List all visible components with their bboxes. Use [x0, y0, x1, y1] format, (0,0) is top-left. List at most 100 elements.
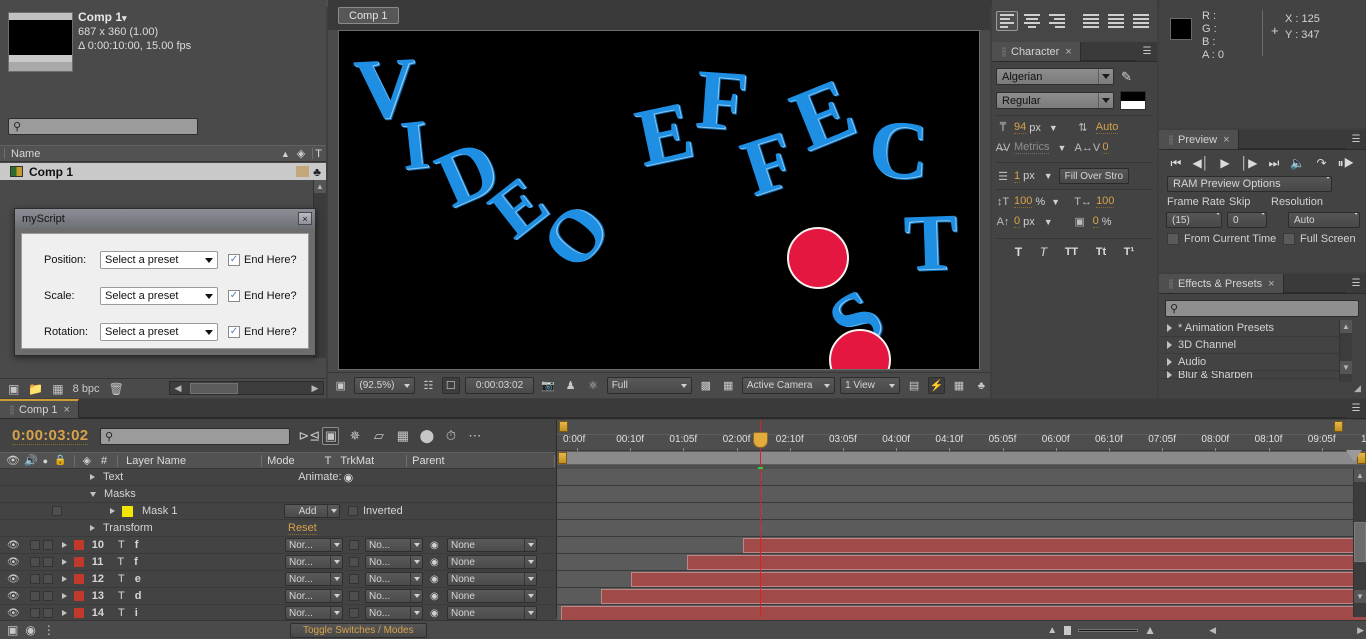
sort-ascending-icon[interactable]: ▲ [281, 149, 290, 159]
font-size-value[interactable]: 94 [1014, 121, 1026, 134]
layer-color-swatch[interactable] [74, 608, 84, 618]
effects-search-box[interactable]: ⚲ [1165, 300, 1359, 317]
tracking-value[interactable]: 0 [1102, 141, 1108, 154]
eye-icon[interactable]: 👁 [7, 608, 20, 619]
parent-pickwhip-icon[interactable]: ◉ [430, 540, 439, 551]
scroll-left-arrow[interactable]: ◀ [170, 383, 186, 394]
scroll-down-arrow[interactable]: ▼ [1340, 361, 1352, 374]
trkmat-dropdown[interactable]: No... [365, 606, 423, 620]
project-item-row[interactable]: Comp 1 ♣ [0, 163, 326, 180]
project-search-input[interactable] [21, 121, 197, 133]
scroll-right-arrow[interactable]: ▶ [307, 383, 323, 394]
eye-icon[interactable]: 👁 [7, 540, 20, 551]
hide-shy-layers-icon[interactable]: ✵ [346, 428, 363, 444]
layer-duration-bar[interactable] [561, 606, 1366, 621]
layer-mode-dropdown[interactable]: Nor... [285, 538, 343, 552]
close-icon[interactable]: × [64, 404, 70, 416]
live-update-icon[interactable]: ⊳⊴ [298, 428, 315, 444]
fast-previews-icon[interactable]: ⚡ [928, 377, 945, 394]
scroll-up-arrow[interactable]: ▲ [1340, 320, 1352, 333]
project-horizontal-scrollbar[interactable]: ◀ ▶ [169, 381, 324, 395]
effects-category-row[interactable]: * Animation Presets [1159, 320, 1352, 337]
solo-toggle[interactable] [43, 608, 53, 618]
pixel-aspect-correction-icon[interactable]: ▤ [905, 377, 922, 394]
align-left-icon[interactable] [996, 11, 1018, 31]
bit-depth-label[interactable]: 8 bpc [73, 383, 100, 395]
parent-dropdown[interactable]: None [447, 606, 537, 620]
resolution-dropdown[interactable]: Auto [1288, 212, 1360, 228]
align-center-icon[interactable] [1021, 11, 1043, 31]
mask-color-swatch[interactable] [122, 506, 133, 517]
layer-name[interactable]: e [135, 573, 141, 585]
trkmat-dropdown[interactable]: No... [365, 589, 423, 603]
kerning-caret-icon[interactable]: ▼ [1057, 143, 1066, 153]
layer-name[interactable]: f [135, 539, 139, 551]
layer-name[interactable]: f [134, 556, 138, 568]
timeline-property-row-masks[interactable]: Masks [0, 486, 555, 503]
scroll-right-arrow[interactable]: ▶ [1357, 625, 1364, 636]
rotation-preset-select[interactable]: Select a preset [100, 323, 218, 341]
trkmat-dropdown[interactable]: No... [365, 555, 423, 569]
composition-canvas[interactable]: VIDEOEFFECTS [338, 30, 980, 370]
effects-category-row[interactable]: Blur & Sharpen [1159, 371, 1352, 379]
position-end-here-checkbox[interactable]: ✓ End Here? [228, 254, 297, 266]
justify-last-center-icon[interactable] [1105, 11, 1127, 31]
panel-menu-icon[interactable]: ☰ [1346, 130, 1366, 149]
layer-color-swatch[interactable] [74, 557, 84, 567]
eye-icon[interactable]: 👁 [7, 591, 20, 602]
baseline-caret-icon[interactable]: ▼ [1044, 217, 1053, 227]
drag-grip-icon[interactable] [1169, 135, 1173, 145]
twirl-icon[interactable] [110, 508, 115, 514]
col-mode[interactable]: Mode [267, 455, 295, 467]
faux-italic-icon[interactable]: T [1040, 245, 1047, 259]
scrollbar-thumb[interactable] [1354, 522, 1366, 562]
tab-timeline-comp[interactable]: Comp 1 × [0, 399, 79, 418]
timeline-property-row-text[interactable]: TextAnimate:◉ [0, 469, 555, 486]
twirl-icon[interactable] [62, 576, 67, 582]
full-screen-checkbox[interactable]: Full Screen [1283, 233, 1356, 245]
comp-viewer-tab[interactable]: Comp 1 [338, 7, 399, 24]
timeline-layer-row[interactable]: 👁11TfNor...No...◉None [0, 554, 555, 571]
effects-search-input[interactable] [1178, 303, 1358, 315]
last-frame-icon[interactable]: ⏭ [1269, 156, 1280, 171]
audio-toggle[interactable] [30, 540, 40, 550]
zoom-slider-knob[interactable] [1063, 625, 1072, 636]
font-style-dropdown[interactable]: Regular [996, 92, 1114, 109]
layer-mode-dropdown[interactable]: Nor... [285, 572, 343, 586]
audio-toggle[interactable] [30, 591, 40, 601]
fill-stroke-order-dropdown[interactable]: Fill Over Stro [1059, 168, 1129, 184]
horizontal-scale-value[interactable]: 100 [1096, 195, 1114, 208]
eye-icon[interactable]: 👁 [6, 454, 20, 467]
timeline-layer-row[interactable]: 👁12TeNor...No...◉None [0, 571, 555, 588]
panel-menu-icon[interactable]: ☰ [1137, 42, 1157, 61]
vertical-scale-value[interactable]: 100 [1014, 195, 1032, 208]
viewer-timecode[interactable]: 0:00:03:02 [465, 377, 535, 394]
scroll-up-arrow[interactable]: ▲ [1354, 469, 1366, 482]
col-layer-name[interactable]: Layer Name [126, 455, 186, 467]
region-icon[interactable]: ▩ [697, 377, 714, 394]
magnification-dropdown[interactable]: (92.5%) [354, 377, 414, 394]
new-effect-icon[interactable]: ◢ [1351, 383, 1364, 396]
vscale-caret-icon[interactable]: ▼ [1051, 197, 1060, 207]
effects-category-row[interactable]: 3D Channel [1159, 337, 1352, 354]
eye-icon[interactable]: 👁 [7, 557, 20, 568]
timeline-track-row[interactable] [557, 503, 1366, 520]
drag-grip-icon[interactable] [1002, 47, 1006, 57]
ram-preview-icon[interactable]: ⏸▶ [1338, 156, 1355, 171]
tsume-value[interactable]: 0 [1093, 215, 1099, 228]
solo-icon[interactable]: ● [43, 456, 48, 466]
expand-collapse-icon[interactable]: ⋮ [43, 623, 55, 637]
draft-3d-icon[interactable]: ▣ [322, 427, 339, 445]
panel-menu-icon[interactable]: ☰ [1346, 274, 1366, 293]
tab-character[interactable]: Character × [992, 42, 1081, 61]
myscript-titlebar[interactable]: myScript × [15, 209, 315, 228]
choose-grid-guides-icon[interactable]: ☷ [420, 377, 437, 394]
close-icon[interactable]: × [298, 212, 312, 225]
new-composition-icon[interactable]: ▣ [8, 382, 19, 396]
mask-mode-dropdown[interactable]: Add [284, 504, 340, 518]
comp-flowchart-icon[interactable]: ♣ [973, 377, 990, 394]
timeline-property-row-mask1[interactable]: Mask 1AddInverted [0, 503, 555, 520]
delete-icon[interactable]: 🗑 [109, 382, 124, 396]
parent-pickwhip-icon[interactable]: ◉ [430, 591, 439, 602]
toggle-switches-modes-button[interactable]: Toggle Switches / Modes [290, 623, 427, 638]
